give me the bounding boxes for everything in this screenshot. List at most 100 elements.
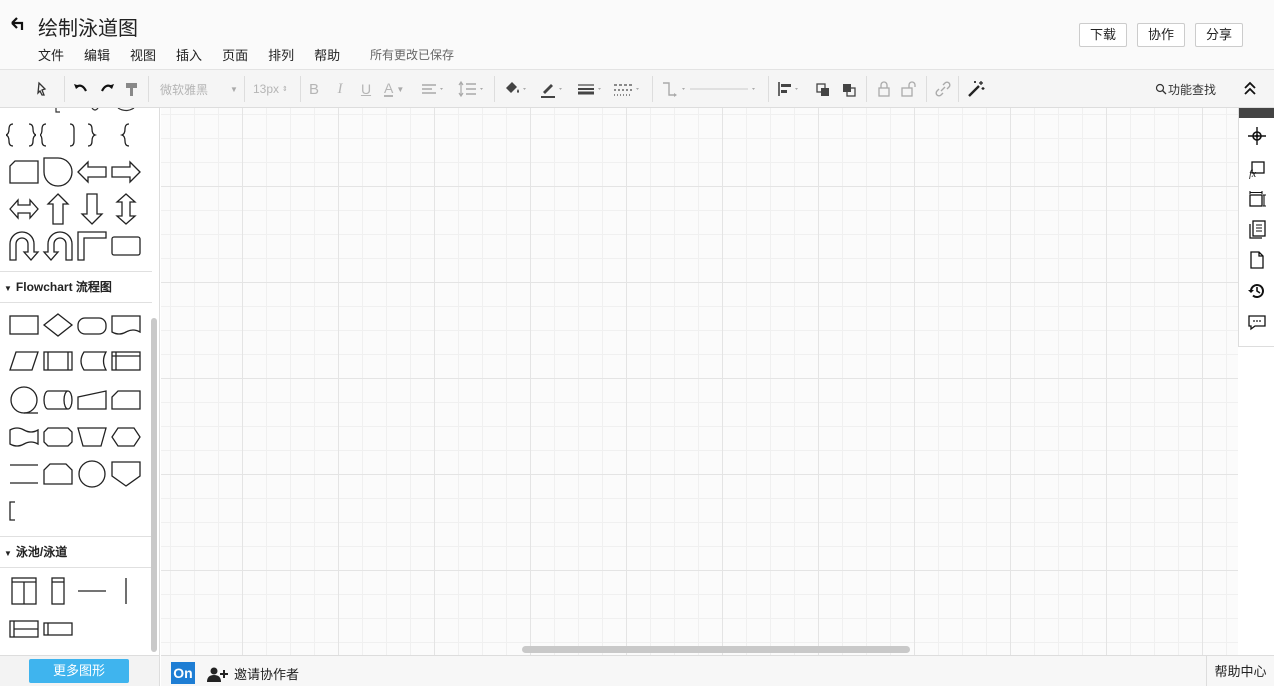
formula-icon[interactable]: fx [1247, 159, 1267, 179]
shape-arrow-right[interactable] [110, 160, 142, 184]
align-icon[interactable] [420, 79, 446, 99]
navigator-icon[interactable] [1247, 126, 1267, 146]
italic-button[interactable]: I [332, 79, 348, 99]
shape-arrow-down[interactable] [78, 192, 106, 226]
font-color-button[interactable]: A ▼ [384, 79, 412, 99]
more-shapes-button[interactable]: 更多图形 [29, 659, 129, 683]
shape-on-page-reference[interactable] [76, 459, 108, 489]
shape-delay[interactable] [42, 156, 74, 188]
menu-page[interactable]: 页面 [222, 45, 248, 64]
redo-icon[interactable] [98, 79, 116, 99]
shape-corner[interactable] [76, 230, 108, 262]
shape-vertical-pool[interactable] [8, 576, 40, 606]
line-color-icon[interactable] [538, 79, 566, 99]
pages-icon[interactable] [1247, 219, 1267, 239]
shape-manual-operation[interactable] [76, 426, 108, 448]
shape-brace-right[interactable] [82, 122, 98, 148]
line-width-icon[interactable] [576, 79, 604, 99]
menu-view[interactable]: 视图 [130, 45, 156, 64]
drawing-canvas[interactable] [161, 108, 1238, 655]
menu-edit[interactable]: 编辑 [84, 45, 110, 64]
help-center-button[interactable]: 帮助中心 [1206, 656, 1274, 686]
shape-annotation[interactable] [6, 500, 20, 522]
shape-document[interactable] [110, 314, 142, 336]
shape-arrow-up-down[interactable] [112, 192, 140, 226]
unlock-icon[interactable] [900, 79, 918, 99]
bold-button[interactable]: B [306, 79, 322, 99]
svg-text:fx: fx [1249, 169, 1257, 179]
shape-arrow-left-right[interactable] [8, 194, 40, 224]
comment-icon[interactable] [1247, 312, 1267, 332]
shape-brace-left[interactable] [40, 122, 76, 148]
on-badge[interactable]: On [171, 662, 195, 684]
shape-loop-limit[interactable] [42, 462, 74, 486]
shape-process[interactable] [8, 314, 40, 336]
document-title[interactable]: 绘制泳道图 [38, 12, 138, 41]
shape-parallel-lines[interactable] [8, 462, 40, 486]
shape-card[interactable] [8, 158, 40, 186]
shape-predefined-process[interactable] [42, 350, 74, 372]
shape-braces-pair[interactable] [6, 122, 36, 148]
format-painter-icon[interactable] [124, 79, 140, 99]
shape-punched-tape[interactable] [8, 426, 40, 448]
connector-style-icon[interactable] [660, 79, 760, 99]
shape-stored-data[interactable] [76, 350, 108, 372]
magic-wand-icon[interactable] [966, 79, 986, 99]
menu-insert[interactable]: 插入 [176, 45, 202, 64]
shape-terminator[interactable] [76, 316, 108, 336]
add-user-icon [207, 667, 228, 682]
page-icon[interactable] [1247, 250, 1267, 270]
shape-vertical-lane[interactable] [42, 576, 74, 606]
font-size-value: 13px [253, 82, 280, 96]
shape-internal-storage[interactable] [110, 350, 142, 372]
undo-icon[interactable] [72, 79, 90, 99]
share-button[interactable]: 分享 [1195, 23, 1243, 47]
line-spacing-icon[interactable] [456, 79, 486, 99]
canvas-horizontal-scrollbar[interactable] [522, 646, 910, 653]
section-flowchart[interactable]: ▼ Flowchart 流程图 [0, 271, 152, 303]
shape-preparation[interactable] [110, 426, 142, 448]
shape-preparation-left[interactable] [42, 426, 74, 448]
shape-rounded-rect[interactable] [110, 234, 142, 258]
format-brush-icon[interactable] [36, 79, 52, 99]
collaborate-button[interactable]: 协作 [1137, 23, 1185, 47]
shape-curly-open[interactable] [118, 122, 134, 148]
back-arrow-icon[interactable] [8, 14, 28, 34]
font-size-input[interactable]: 13px ⇕ [253, 79, 295, 99]
shape-horizontal-pool[interactable] [8, 618, 40, 640]
shape-direct-data[interactable] [42, 389, 74, 411]
shape-horizontal-lane[interactable] [42, 618, 74, 640]
section-swimlane[interactable]: ▼ 泳池/泳道 [0, 536, 152, 568]
menu-help[interactable]: 帮助 [314, 45, 340, 64]
shape-arrow-up[interactable] [44, 192, 72, 226]
font-family-select[interactable]: 微软雅黑 ▼ [160, 79, 240, 99]
lock-icon[interactable] [876, 79, 892, 99]
shape-vertical-separator[interactable] [110, 576, 142, 606]
shape-data[interactable] [8, 350, 40, 372]
left-panel-scrollbar[interactable] [151, 318, 157, 652]
shape-uturn-arrow[interactable] [8, 230, 40, 262]
shape-card-flow[interactable] [110, 389, 142, 411]
align-objects-icon[interactable] [776, 79, 802, 99]
shape-manual-input[interactable] [76, 389, 108, 411]
size-position-icon[interactable] [1247, 189, 1267, 209]
shape-off-page-reference[interactable] [110, 460, 142, 488]
invite-collaborator-button[interactable]: 邀请协作者 [207, 664, 299, 683]
shape-arrow-left[interactable] [76, 160, 108, 184]
link-icon[interactable] [934, 79, 952, 99]
line-style-icon[interactable] [612, 79, 642, 99]
shape-horizontal-separator[interactable] [76, 576, 108, 606]
bring-front-icon[interactable] [814, 79, 832, 99]
underline-button[interactable]: U [358, 79, 374, 99]
download-button[interactable]: 下载 [1079, 23, 1127, 47]
shape-connector-circle[interactable] [8, 385, 40, 415]
feature-search-button[interactable]: 功能查找 [1155, 79, 1219, 99]
menu-file[interactable]: 文件 [38, 45, 64, 64]
send-back-icon[interactable] [840, 79, 858, 99]
shape-decision[interactable] [42, 312, 74, 338]
collapse-toolbar-icon[interactable] [1240, 79, 1260, 99]
shape-uturn-arrow-2[interactable] [42, 230, 74, 262]
fill-color-icon[interactable] [502, 79, 530, 99]
menu-arrange[interactable]: 排列 [268, 45, 294, 64]
history-icon[interactable] [1247, 281, 1267, 301]
